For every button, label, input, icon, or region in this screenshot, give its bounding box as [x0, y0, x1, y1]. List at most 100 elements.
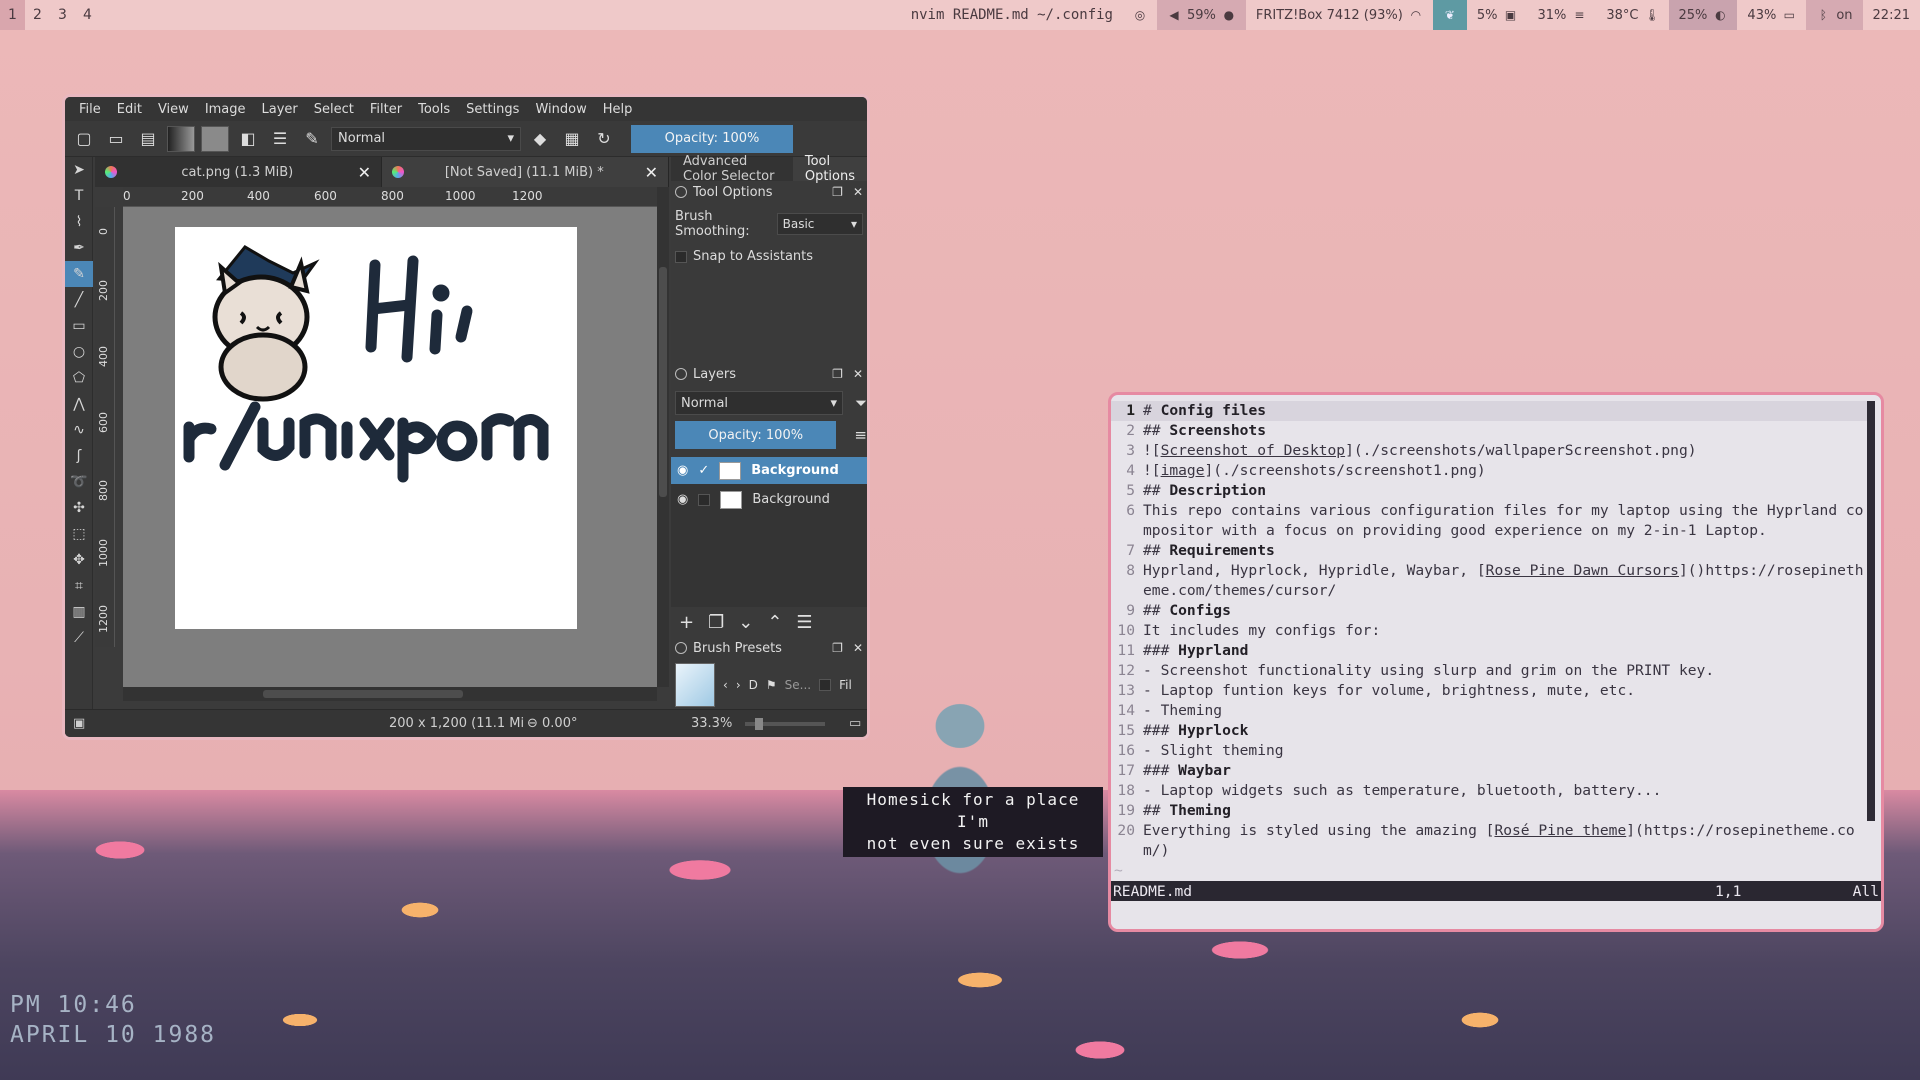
menu-help[interactable]: Help — [595, 102, 641, 117]
zoom-slider[interactable] — [745, 718, 825, 730]
eraser-icon[interactable]: ◆ — [527, 126, 553, 152]
menu-select[interactable]: Select — [306, 102, 362, 117]
new-document-icon[interactable]: ▢ — [71, 126, 97, 152]
layer-row[interactable]: ◉ ✓ Background — [671, 457, 867, 484]
ellipse-tool-icon[interactable]: ○ — [65, 339, 93, 365]
menu-edit[interactable]: Edit — [109, 102, 150, 117]
eye-icon[interactable]: ◉ — [677, 492, 688, 507]
multibrush-tool-icon[interactable]: ✣ — [65, 495, 93, 521]
editor-line[interactable]: 9 ## Configs — [1111, 601, 1869, 621]
tab-cat-png[interactable]: cat.png (1.3 MiB) ✕ — [95, 157, 382, 187]
bookmark-icon[interactable]: ⚑ — [766, 678, 777, 692]
horizontal-scrollbar[interactable] — [123, 687, 657, 701]
brush-preset-thumbnail[interactable] — [675, 663, 715, 707]
volume-module[interactable]: ◀ 59% ● — [1156, 0, 1246, 30]
bezier-tool-icon[interactable]: ∿ — [65, 417, 93, 443]
editor-line[interactable]: 17 ### Waybar — [1111, 761, 1869, 781]
menu-file[interactable]: File — [71, 102, 109, 117]
filter-checkbox[interactable] — [819, 679, 832, 691]
layer-blend-select[interactable]: Normal ▾ — [675, 391, 843, 415]
tab-tool-options[interactable]: Tool Options — [792, 154, 867, 184]
editor-line[interactable]: 15 ### Hyprlock — [1111, 721, 1869, 741]
editor-line[interactable]: 10 It includes my configs for: — [1111, 621, 1869, 641]
temperature-module[interactable]: 38°C 🌡 — [1596, 0, 1668, 30]
editor-line[interactable]: 11 ### Hyprland — [1111, 641, 1869, 661]
editor-line[interactable]: 8 Hyprland, Hyprlock, Hypridle, Waybar, [… — [1111, 561, 1869, 601]
tab-not-saved[interactable]: [Not Saved] (11.1 MiB) * ✕ — [382, 157, 669, 187]
vertical-scrollbar[interactable] — [657, 187, 669, 687]
close-icon[interactable]: ✕ — [853, 185, 863, 199]
clock-module[interactable]: 22:21 — [1863, 0, 1920, 30]
selection-icon[interactable]: ▣ — [73, 716, 85, 731]
add-layer-icon[interactable]: + — [679, 612, 694, 633]
network-module[interactable]: FRITZ!Box 7412 (93%) ◠ — [1246, 0, 1433, 30]
editor-line[interactable]: 1 # Config files — [1111, 401, 1869, 421]
color-picker-tool-icon[interactable]: ⟋ — [65, 625, 93, 651]
workspace-3[interactable]: 3 — [50, 0, 75, 30]
layer-row[interactable]: ◉ Background — [671, 486, 867, 513]
power-profile-module[interactable]: ❦ — [1432, 0, 1467, 30]
polyline-tool-icon[interactable]: ⋀ — [65, 391, 93, 417]
chevron-left-icon[interactable]: ‹ — [723, 678, 728, 692]
workspace-2[interactable]: 2 — [25, 0, 50, 30]
blend-mode-select[interactable]: Normal ▾ — [331, 126, 521, 151]
close-icon[interactable]: ✕ — [853, 641, 863, 655]
filter-icon[interactable]: ⏷ — [855, 394, 867, 412]
cpu-module[interactable]: 5% ▣ — [1467, 0, 1528, 30]
editor-line[interactable]: 20 Everything is styled using the amazing… — [1111, 821, 1869, 861]
brightness-module[interactable]: 25% ◐ — [1668, 0, 1738, 30]
close-icon[interactable]: ✕ — [853, 367, 863, 381]
reload-icon[interactable]: ↻ — [591, 126, 617, 152]
gradient-swatch[interactable] — [167, 125, 195, 152]
editor-line[interactable]: 2 ## Screenshots — [1111, 421, 1869, 441]
layer-checkbox[interactable] — [698, 493, 711, 506]
menu-tools[interactable]: Tools — [410, 102, 458, 117]
alpha-lock-icon[interactable]: ▦ — [559, 126, 585, 152]
nvim-buffer[interactable]: 1 # Config files 2 ## Screenshots 3 ![Screens… — [1111, 401, 1869, 881]
dynamic-brush-tool-icon[interactable]: ➰ — [65, 469, 93, 495]
brush-search-input[interactable]: Se... — [785, 678, 811, 692]
close-icon[interactable]: ✕ — [645, 163, 658, 182]
editor-line[interactable]: 6 This repo contains various configuratio… — [1111, 501, 1869, 541]
editor-line[interactable]: 13 - Laptop funtion keys for volume, brig… — [1111, 681, 1869, 701]
bluetooth-module[interactable]: ᛒ on — [1806, 0, 1863, 30]
pattern-swatch[interactable] — [201, 125, 229, 152]
terminal-scrollbar[interactable] — [1867, 401, 1875, 821]
brush-settings-icon[interactable]: ☰ — [267, 126, 293, 152]
snap-to-assistants-option[interactable]: Snap to Assistants — [675, 249, 863, 264]
editor-line[interactable]: 16 - Slight theming — [1111, 741, 1869, 761]
menu-image[interactable]: Image — [197, 102, 254, 117]
workspace-4[interactable]: 4 — [75, 0, 100, 30]
polygon-tool-icon[interactable]: ⬠ — [65, 365, 93, 391]
float-panel-icon[interactable]: ❐ — [832, 367, 843, 381]
menu-window[interactable]: Window — [527, 102, 594, 117]
menu-layer[interactable]: Layer — [254, 102, 306, 117]
layer-opacity-slider[interactable]: Opacity: 100% — [675, 421, 837, 449]
snap-checkbox[interactable] — [675, 250, 687, 263]
check-icon[interactable]: ✓ — [698, 463, 709, 478]
display-icon[interactable]: ▭ — [849, 716, 861, 731]
gradient-tool-icon[interactable]: ▥ — [65, 599, 93, 625]
edit-shape-tool-icon[interactable]: ⌇ — [65, 209, 93, 235]
layer-properties-icon[interactable]: ☰ — [796, 612, 812, 633]
nvim-command-line[interactable] — [1111, 901, 1881, 929]
battery-module[interactable]: 43% ▭ — [1737, 0, 1806, 30]
tag-select[interactable]: D — [749, 678, 758, 692]
open-folder-icon[interactable]: ▭ — [103, 126, 129, 152]
freehand-path-tool-icon[interactable]: ʃ — [65, 443, 93, 469]
float-panel-icon[interactable]: ❐ — [832, 185, 843, 199]
move-tool-icon[interactable]: ✥ — [65, 547, 93, 573]
line-tool-icon[interactable]: ╱ — [65, 287, 93, 313]
rotation-readout[interactable]: ⊖ 0.00° — [527, 716, 577, 731]
calligraphy-tool-icon[interactable]: ✒ — [65, 235, 93, 261]
chevron-right-icon[interactable]: › — [736, 678, 741, 692]
editor-line[interactable]: 19 ## Theming — [1111, 801, 1869, 821]
crop-tool-icon[interactable]: ⌗ — [65, 573, 93, 599]
float-panel-icon[interactable]: ❐ — [832, 641, 843, 655]
brush-smoothing-select[interactable]: Basic ▾ — [776, 213, 863, 235]
canvas-viewport[interactable] — [123, 207, 657, 687]
memory-module[interactable]: 31% ≡ — [1527, 0, 1596, 30]
editor-line[interactable]: 3 ![Screenshot of Desktop](./screenshots/… — [1111, 441, 1869, 461]
menu-view[interactable]: View — [150, 102, 197, 117]
editor-line[interactable]: 18 - Laptop widgets such as temperature, … — [1111, 781, 1869, 801]
